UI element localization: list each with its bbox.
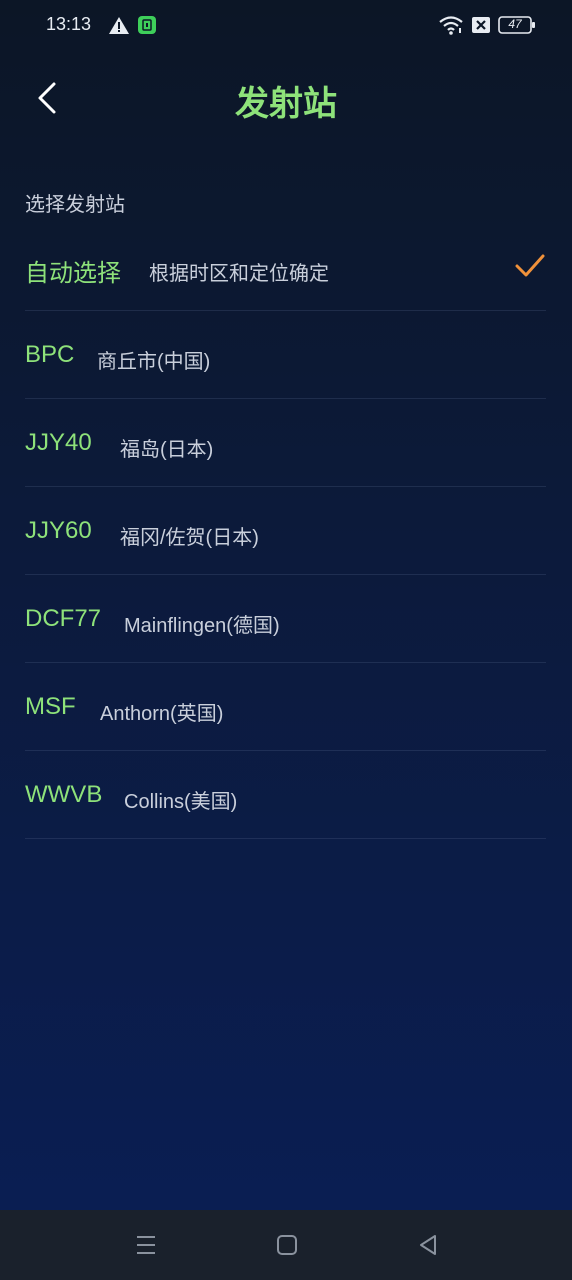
station-item-bpc[interactable]: BPC 商丘市(中国) [25, 311, 546, 399]
station-code: MSF [25, 693, 76, 720]
station-code: BPC [25, 341, 75, 368]
station-desc: 福冈/佐贺(日本) [120, 527, 259, 549]
station-code: JJY40 [25, 429, 92, 456]
status-bar: 13:13 47 [0, 0, 572, 52]
check-icon [515, 254, 545, 277]
station-desc: Mainflingen(德国) [124, 615, 280, 637]
app-notification-icon [138, 16, 156, 34]
station-code: DCF77 [25, 605, 102, 632]
station-item-jjy60[interactable]: JJY60 福冈/佐贺(日本) [25, 487, 546, 575]
station-item-dcf77[interactable]: DCF77 Mainflingen(德国) [25, 575, 546, 663]
station-item-auto[interactable]: 自动选择 根据时区和定位确定 [25, 223, 546, 311]
station-list: 自动选择 根据时区和定位确定 BPC 商丘市(中国) JJY40 福岛(日本) … [0, 223, 572, 839]
navigation-bar [0, 1210, 572, 1280]
station-item-msf[interactable]: MSF Anthorn(英国) [25, 663, 546, 751]
menu-icon[interactable] [131, 1230, 161, 1260]
station-desc: Collins(美国) [124, 791, 238, 813]
header: 发射站 [0, 62, 572, 134]
station-item-wwvb[interactable]: WWVB Collins(美国) [25, 751, 546, 839]
station-desc: 福岛(日本) [120, 439, 214, 461]
station-code: 自动选择 [25, 260, 121, 287]
home-icon[interactable] [272, 1230, 302, 1260]
section-label: 选择发射站 [25, 192, 125, 216]
station-code: JJY60 [25, 517, 92, 544]
back-triangle-icon[interactable] [413, 1230, 443, 1260]
station-desc: Anthorn(英国) [100, 703, 224, 725]
wifi-icon [439, 16, 463, 35]
page-title: 发射站 [235, 84, 337, 124]
station-item-jjy40[interactable]: JJY40 福岛(日本) [25, 399, 546, 487]
battery-level: 47 [508, 17, 522, 31]
warning-icon [109, 17, 129, 34]
sim-off-icon [472, 17, 490, 33]
station-desc: 根据时区和定位确定 [149, 263, 329, 285]
status-time: 13:13 [46, 14, 92, 34]
station-desc: 商丘市(中国) [97, 351, 211, 373]
station-code: WWVB [25, 781, 103, 808]
